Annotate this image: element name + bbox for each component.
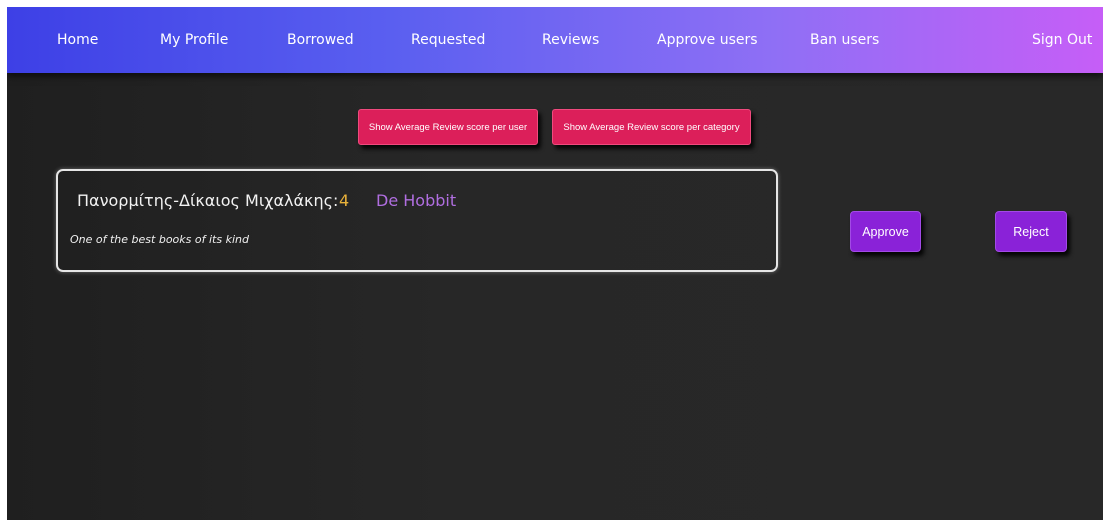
- review-score: 4: [339, 191, 350, 210]
- nav-requested[interactable]: Requested: [411, 31, 485, 49]
- nav-ban-users[interactable]: Ban users: [810, 31, 879, 49]
- approve-button[interactable]: Approve: [850, 211, 921, 252]
- reject-button[interactable]: Reject: [995, 211, 1067, 252]
- nav-my-profile[interactable]: My Profile: [160, 31, 228, 49]
- nav-borrowed[interactable]: Borrowed: [287, 31, 354, 49]
- avg-score-per-category-button[interactable]: Show Average Review score per category: [552, 109, 751, 145]
- reviewer-name: Πανορμίτης-Δίκαιος Μιχαλάκης:: [77, 191, 339, 210]
- nav-home[interactable]: Home: [57, 31, 98, 49]
- nav-sign-out[interactable]: Sign Out: [1032, 31, 1092, 49]
- nav-reviews[interactable]: Reviews: [542, 31, 599, 49]
- avg-score-per-user-button[interactable]: Show Average Review score per user: [358, 109, 538, 145]
- review-card: Πανορμίτης-Δίκαιος Μιχαλάκης: 4 De Hobbi…: [56, 169, 778, 272]
- review-text: One of the best books of its kind: [70, 233, 249, 246]
- navbar: Home My Profile Borrowed Requested Revie…: [7, 7, 1103, 73]
- app-frame: Home My Profile Borrowed Requested Revie…: [7, 7, 1103, 520]
- nav-approve-users[interactable]: Approve users: [657, 31, 758, 49]
- book-title: De Hobbit: [376, 191, 457, 210]
